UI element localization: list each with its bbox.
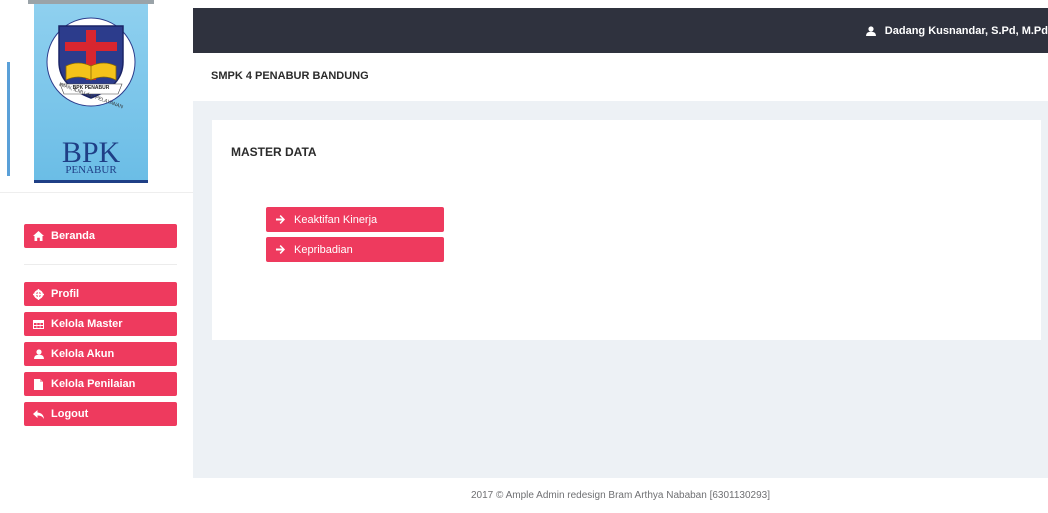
file-icon bbox=[33, 378, 44, 390]
user-icon bbox=[865, 25, 876, 36]
logo-subword: PENABUR bbox=[65, 164, 117, 176]
button-label: Keaktifan Kinerja bbox=[294, 213, 378, 226]
panel-title: MASTER DATA bbox=[231, 145, 317, 159]
button-label: Kepribadian bbox=[294, 243, 353, 256]
gear-icon bbox=[33, 288, 44, 300]
sidebar-item-label: Profil bbox=[51, 288, 80, 300]
sidebar-item-label: Kelola Penilaian bbox=[51, 378, 136, 390]
sidebar-item-label: Kelola Akun bbox=[51, 348, 115, 360]
topbar: Dadang Kusnandar, S.Pd, M.Pd bbox=[193, 8, 1048, 53]
bpk-penabur-logo[interactable]: BPK BPK PENABUR IMAN, ILMU dan PELAYANAN… bbox=[28, 0, 154, 186]
sidebar-item-kelola-master[interactable]: Kelola Master bbox=[24, 312, 177, 336]
reply-icon bbox=[33, 409, 44, 420]
logo-divider bbox=[0, 192, 193, 193]
main-content: MASTER DATA Keaktifan Kinerja Kepribadia… bbox=[193, 101, 1048, 478]
sidebar-item-label: Kelola Master bbox=[51, 318, 123, 330]
user-menu[interactable]: Dadang Kusnandar, S.Pd, M.Pd bbox=[865, 8, 1048, 53]
user-icon bbox=[33, 349, 44, 360]
page-title: SMPK 4 PENABUR BANDUNG bbox=[211, 70, 369, 82]
sidebar-item-label: Logout bbox=[51, 408, 89, 420]
footer-text: 2017 © Ample Admin redesign Bram Arthya … bbox=[470, 490, 771, 501]
sidebar-accent-bar bbox=[7, 62, 10, 176]
arrow-right-icon bbox=[276, 245, 286, 254]
sidebar-item-kelola-penilaian[interactable]: Kelola Penilaian bbox=[24, 372, 177, 396]
sidebar-item-profil[interactable]: Profil bbox=[24, 282, 177, 306]
sidebar: BPK BPK PENABUR IMAN, ILMU dan PELAYANAN… bbox=[0, 0, 193, 513]
arrow-right-icon bbox=[276, 215, 286, 224]
keaktifan-kinerja-button[interactable]: Keaktifan Kinerja bbox=[266, 207, 444, 232]
menu-divider bbox=[24, 264, 177, 265]
master-data-panel: MASTER DATA Keaktifan Kinerja Kepribadia… bbox=[212, 120, 1041, 340]
footer: 2017 © Ample Admin redesign Bram Arthya … bbox=[193, 478, 1048, 513]
table-icon bbox=[33, 319, 44, 330]
sidebar-item-label: Beranda bbox=[51, 230, 96, 242]
sidebar-item-beranda[interactable]: Beranda bbox=[24, 224, 177, 248]
breadcrumb: SMPK 4 PENABUR BANDUNG bbox=[193, 53, 1048, 101]
sidebar-item-kelola-akun[interactable]: Kelola Akun bbox=[24, 342, 177, 366]
home-icon bbox=[33, 231, 44, 242]
user-name: Dadang Kusnandar, S.Pd, M.Pd bbox=[884, 24, 1048, 37]
sidebar-item-logout[interactable]: Logout bbox=[24, 402, 177, 426]
kepribadian-button[interactable]: Kepribadian bbox=[266, 237, 444, 262]
